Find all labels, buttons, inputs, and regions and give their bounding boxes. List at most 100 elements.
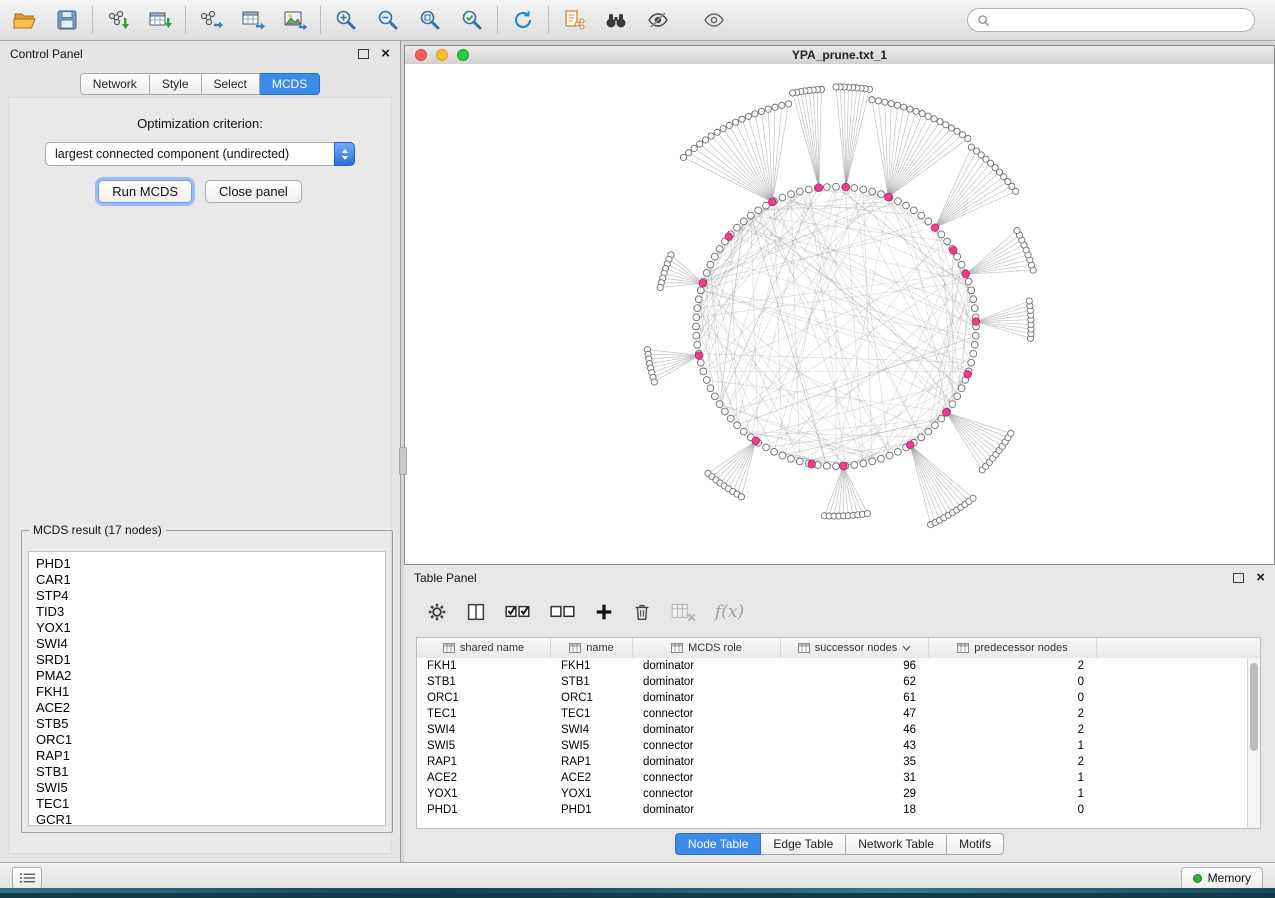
cell-shared-name[interactable]: FKH1	[417, 658, 551, 674]
mcds-result-item[interactable]: STB1	[29, 764, 385, 780]
cell-successor-nodes[interactable]: 62	[781, 674, 929, 690]
mcds-result-item[interactable]: ORC1	[29, 732, 385, 748]
save-session-button[interactable]	[51, 5, 83, 35]
column-header-name[interactable]: name	[551, 638, 633, 658]
close-panel-icon[interactable]: ×	[381, 49, 390, 59]
cell-successor-nodes[interactable]: 43	[781, 738, 929, 754]
run-mcds-button[interactable]: Run MCDS	[98, 180, 192, 203]
mcds-result-item[interactable]: PHD1	[29, 556, 385, 572]
cell-successor-nodes[interactable]: 96	[781, 658, 929, 674]
minimize-window-icon[interactable]	[436, 49, 448, 61]
column-header-shared-name[interactable]: shared name	[417, 638, 551, 658]
mcds-result-item[interactable]: SRD1	[29, 652, 385, 668]
mcds-result-item[interactable]: SWI4	[29, 636, 385, 652]
zoom-selected-button[interactable]	[456, 5, 488, 35]
tab-select[interactable]: Select	[202, 73, 260, 95]
select-all-rows-button[interactable]	[504, 602, 532, 622]
cell-successor-nodes[interactable]: 29	[781, 786, 929, 802]
tab-node-table[interactable]: Node Table	[675, 833, 762, 855]
cell-mcds-role[interactable]: connector	[633, 786, 781, 802]
table-vertical-scrollbar[interactable]	[1247, 658, 1260, 828]
cell-predecessor-nodes[interactable]: 2	[929, 722, 1097, 738]
zoom-fit-button[interactable]	[414, 5, 446, 35]
table-row[interactable]: YOX1YOX1connector291	[417, 786, 1247, 802]
table-row[interactable]: SWI5SWI5connector431	[417, 738, 1247, 754]
dropdown-stepper-icon[interactable]	[334, 142, 355, 166]
table-row[interactable]: PHD1PHD1dominator180	[417, 802, 1247, 818]
cell-name[interactable]: TEC1	[551, 706, 633, 722]
cell-predecessor-nodes[interactable]: 2	[929, 754, 1097, 770]
mcds-result-item[interactable]: STB5	[29, 716, 385, 732]
cell-name[interactable]: RAP1	[551, 754, 633, 770]
cell-mcds-role[interactable]: dominator	[633, 722, 781, 738]
import-table-button[interactable]	[144, 5, 176, 35]
cell-predecessor-nodes[interactable]: 1	[929, 770, 1097, 786]
export-table-button[interactable]	[237, 5, 269, 35]
deselect-all-rows-button[interactable]	[549, 602, 577, 622]
cell-mcds-role[interactable]: dominator	[633, 690, 781, 706]
search-input[interactable]	[996, 12, 1245, 28]
memory-button[interactable]: Memory	[1181, 867, 1263, 890]
network-view-titlebar[interactable]: YPA_prune.txt_1	[405, 46, 1274, 65]
cell-successor-nodes[interactable]: 47	[781, 706, 929, 722]
cell-predecessor-nodes[interactable]: 1	[929, 786, 1097, 802]
cell-name[interactable]: SWI5	[551, 738, 633, 754]
mcds-result-item[interactable]: ACE2	[29, 700, 385, 716]
cell-shared-name[interactable]: YOX1	[417, 786, 551, 802]
cell-name[interactable]: YOX1	[551, 786, 633, 802]
cell-mcds-role[interactable]: dominator	[633, 802, 781, 818]
cell-name[interactable]: FKH1	[551, 658, 633, 674]
mcds-result-item[interactable]: STP4	[29, 588, 385, 604]
cell-mcds-role[interactable]: connector	[633, 738, 781, 754]
column-header-mcds-role[interactable]: MCDS role	[633, 638, 781, 658]
column-header-predecessor-nodes[interactable]: predecessor nodes	[929, 638, 1097, 658]
cell-successor-nodes[interactable]: 35	[781, 754, 929, 770]
task-history-button[interactable]	[12, 867, 42, 889]
export-image-button[interactable]	[279, 5, 311, 35]
cell-shared-name[interactable]: STB1	[417, 674, 551, 690]
cell-shared-name[interactable]: PHD1	[417, 802, 551, 818]
column-header-successor-nodes[interactable]: successor nodes	[781, 638, 929, 658]
mcds-result-item[interactable]: SWI5	[29, 780, 385, 796]
clone-network-button[interactable]	[558, 5, 590, 35]
tab-motifs[interactable]: Motifs	[947, 833, 1004, 855]
cell-name[interactable]: SWI4	[551, 722, 633, 738]
cell-name[interactable]: STB1	[551, 674, 633, 690]
cell-shared-name[interactable]: ACE2	[417, 770, 551, 786]
mcds-result-item[interactable]: FKH1	[29, 684, 385, 700]
scrollbar-thumb[interactable]	[1250, 663, 1258, 751]
cell-mcds-role[interactable]: connector	[633, 770, 781, 786]
delete-rows-button[interactable]	[631, 601, 653, 623]
maximize-window-icon[interactable]	[457, 49, 469, 61]
table-row[interactable]: STB1STB1dominator620	[417, 674, 1247, 690]
mcds-result-item[interactable]: TID3	[29, 604, 385, 620]
mcds-result-item[interactable]: CAR1	[29, 572, 385, 588]
add-row-button[interactable]	[594, 602, 614, 622]
cell-mcds-role[interactable]: dominator	[633, 658, 781, 674]
table-row[interactable]: SWI4SWI4dominator462	[417, 722, 1247, 738]
cell-mcds-role[interactable]: connector	[633, 706, 781, 722]
cell-name[interactable]: ORC1	[551, 690, 633, 706]
zoom-in-button[interactable]	[330, 5, 362, 35]
cell-successor-nodes[interactable]: 61	[781, 690, 929, 706]
cell-name[interactable]: PHD1	[551, 802, 633, 818]
mcds-result-item[interactable]: RAP1	[29, 748, 385, 764]
close-table-panel-icon[interactable]: ×	[1256, 573, 1265, 583]
cell-predecessor-nodes[interactable]: 0	[929, 802, 1097, 818]
zoom-out-button[interactable]	[372, 5, 404, 35]
cell-mcds-role[interactable]: dominator	[633, 674, 781, 690]
cell-predecessor-nodes[interactable]: 1	[929, 738, 1097, 754]
show-hide-button[interactable]	[698, 5, 730, 35]
cell-shared-name[interactable]: ORC1	[417, 690, 551, 706]
table-row[interactable]: TEC1TEC1connector472	[417, 706, 1247, 722]
open-session-button[interactable]	[9, 5, 41, 35]
float-table-panel-icon[interactable]	[1233, 573, 1244, 583]
cell-predecessor-nodes[interactable]: 0	[929, 674, 1097, 690]
tab-style[interactable]: Style	[150, 73, 202, 95]
cell-shared-name[interactable]: SWI5	[417, 738, 551, 754]
network-canvas[interactable]	[405, 64, 1274, 564]
network-graph[interactable]	[405, 64, 1274, 564]
show-columns-button[interactable]	[465, 601, 487, 623]
tab-network[interactable]: Network	[80, 73, 150, 95]
cell-successor-nodes[interactable]: 18	[781, 802, 929, 818]
